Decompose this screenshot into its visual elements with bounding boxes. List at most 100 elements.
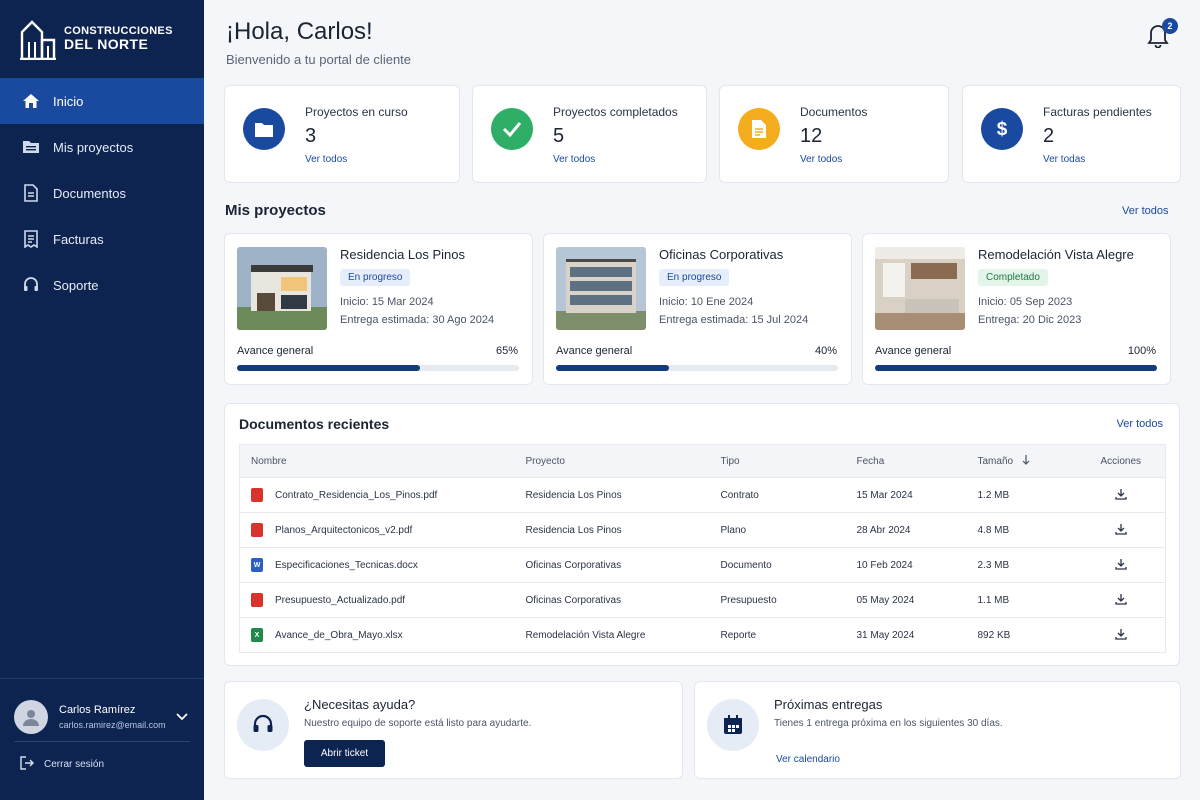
headset-icon	[22, 276, 40, 294]
end-label: Entrega estimada:	[340, 314, 430, 326]
table-row[interactable]: Contrato_Residencia_Los_Pinos.pdf Residen…	[239, 477, 1166, 513]
end-date: 30 Ago 2024	[432, 314, 495, 326]
progress-bar	[237, 365, 519, 371]
stat-label: Documentos	[800, 105, 868, 119]
page-subtitle: Bienvenido a tu portal de cliente	[226, 52, 412, 67]
sidebar-item-label: Mis proyectos	[53, 139, 134, 155]
column-header-tamano[interactable]: Tamaño	[967, 445, 1077, 478]
cell-proyecto: Residencia Los Pinos	[514, 477, 710, 513]
cell-tamano: 892 KB	[966, 617, 1077, 653]
notification-badge: 2	[1162, 18, 1178, 34]
brand-line-2: DEL NORTE	[64, 36, 149, 53]
pdf-file-icon	[251, 593, 263, 607]
stat-card-proyectos-completados: Proyectos completados 5 Ver todos	[472, 85, 707, 183]
download-icon[interactable]	[1115, 488, 1127, 500]
project-name: Residencia Los Pinos	[340, 247, 466, 262]
notifications-button[interactable]: 2	[1146, 18, 1178, 50]
progress-label: Avance general	[556, 345, 633, 357]
download-icon[interactable]	[1115, 593, 1127, 605]
check-icon	[491, 108, 533, 150]
user-email: carlos.ramirez@email.com	[59, 720, 166, 730]
file-name[interactable]: Contrato_Residencia_Los_Pinos.pdf	[275, 490, 437, 501]
sort-arrow-down-icon[interactable]	[1022, 455, 1030, 465]
view-all-link[interactable]: Ver todas	[1043, 154, 1085, 165]
view-calendar-link[interactable]: Ver calendario	[776, 754, 840, 765]
download-icon[interactable]	[1115, 628, 1127, 640]
projects-view-all-link[interactable]: Ver todos	[1122, 205, 1168, 217]
table-row[interactable]: Presupuesto_Actualizado.pdf Oficinas Corp…	[239, 582, 1166, 618]
sidebar-item-inicio[interactable]: Inicio	[0, 78, 204, 124]
sidebar-item-label: Documentos	[53, 185, 126, 201]
sidebar-item-soporte[interactable]: Soporte	[0, 262, 204, 308]
sidebar-item-documentos[interactable]: Documentos	[0, 170, 204, 216]
user-panel: Carlos Ramírez carlos.ramirez@email.com …	[0, 678, 204, 787]
documents-table-body: Contrato_Residencia_Los_Pinos.pdf Residen…	[239, 477, 1166, 653]
cell-tipo: Reporte	[709, 617, 846, 653]
progress-label: Avance general	[237, 345, 314, 357]
headset-icon	[237, 699, 289, 751]
cell-tamano: 4.8 MB	[966, 512, 1077, 548]
open-ticket-button[interactable]: Abrir ticket	[304, 740, 385, 767]
column-header-fecha[interactable]: Fecha	[846, 445, 967, 478]
documents-title: Documentos recientes	[239, 416, 390, 432]
brand-logo[interactable]: CONSTRUCCIONES DEL NORTE	[20, 18, 173, 60]
pdf-file-icon	[251, 488, 263, 502]
download-icon[interactable]	[1115, 558, 1127, 570]
help-title: ¿Necesitas ayuda?	[304, 697, 416, 712]
user-info: Carlos Ramírez carlos.ramirez@email.com	[59, 704, 176, 730]
cell-fecha: 28 Abr 2024	[845, 512, 967, 548]
column-header-acciones: Acciones	[1100, 455, 1142, 467]
column-header-tipo[interactable]: Tipo	[710, 445, 846, 478]
stat-value: 2	[1043, 125, 1055, 147]
logout-label: Cerrar sesión	[44, 759, 105, 770]
deliveries-text: Tienes 1 entrega próxima en los siguient…	[774, 718, 1003, 729]
cell-acciones	[1076, 477, 1166, 513]
cell-proyecto: Oficinas Corporativas	[514, 547, 710, 583]
view-all-link[interactable]: Ver todos	[305, 154, 347, 165]
file-name[interactable]: Avance_de_Obra_Mayo.xlsx	[275, 630, 403, 641]
chevron-down-icon[interactable]	[176, 708, 190, 726]
project-card-remodelacion-vista-alegre[interactable]: Remodelación Vista Alegre Completado Ini…	[862, 233, 1171, 385]
documents-view-all-link[interactable]: Ver todos	[1117, 418, 1163, 430]
stat-card-documentos: Documentos 12 Ver todos	[719, 85, 949, 183]
project-card-residencia-los-pinos[interactable]: Residencia Los Pinos En progreso Inicio:…	[224, 233, 533, 385]
logout-icon	[20, 756, 34, 773]
table-row[interactable]: Planos_Arquitectonicos_v2.pdf Residencia …	[239, 512, 1166, 548]
project-card-oficinas-corporativas[interactable]: Oficinas Corporativas En progreso Inicio…	[543, 233, 852, 385]
user-menu[interactable]: Carlos Ramírez carlos.ramirez@email.com	[0, 679, 204, 741]
file-name[interactable]: Especificaciones_Tecnicas.docx	[275, 560, 418, 571]
cell-fecha: 15 Mar 2024	[845, 477, 967, 513]
upcoming-deliveries-card: Próximas entregas Tienes 1 entrega próxi…	[694, 681, 1181, 779]
folder-icon	[22, 138, 40, 156]
view-all-link[interactable]: Ver todos	[553, 154, 595, 165]
table-row[interactable]: W Especificaciones_Tecnicas.docx Oficinas …	[239, 547, 1166, 583]
project-start: Inicio: 10 Ene 2024	[659, 296, 753, 308]
xlsx-file-icon: X	[251, 628, 263, 642]
table-row[interactable]: X Avance_de_Obra_Mayo.xlsx Remodelación Vi…	[239, 617, 1166, 653]
cell-fecha: 31 May 2024	[845, 617, 967, 653]
view-all-link[interactable]: Ver todos	[800, 154, 842, 165]
download-icon[interactable]	[1115, 523, 1127, 535]
column-header-nombre[interactable]: Nombre	[240, 445, 515, 478]
file-name[interactable]: Planos_Arquitectonicos_v2.pdf	[275, 525, 412, 536]
projects-section-title: Mis proyectos	[225, 202, 326, 219]
sidebar-item-mis-proyectos[interactable]: Mis proyectos	[0, 124, 204, 170]
brand-name: CONSTRUCCIONES DEL NORTE	[64, 25, 173, 52]
cell-nombre: Planos_Arquitectonicos_v2.pdf	[239, 512, 515, 548]
cell-tamano: 1.2 MB	[966, 477, 1077, 513]
cell-nombre: X Avance_de_Obra_Mayo.xlsx	[239, 617, 515, 653]
logout-button[interactable]: Cerrar sesión	[0, 742, 204, 787]
buildings-logo-icon	[20, 20, 56, 60]
start-date: 15 Mar 2024	[371, 296, 434, 308]
sidebar-nav: Inicio Mis proyectos Documentos Facturas…	[0, 78, 204, 308]
column-header-proyecto[interactable]: Proyecto	[515, 445, 710, 478]
project-name: Oficinas Corporativas	[659, 247, 784, 262]
column-header-label: Tamaño	[977, 456, 1014, 467]
status-badge: En progreso	[659, 269, 730, 286]
file-name[interactable]: Presupuesto_Actualizado.pdf	[275, 595, 405, 606]
progress-percent: 100%	[1127, 345, 1156, 357]
cell-fecha: 10 Feb 2024	[845, 547, 967, 583]
project-name: Remodelación Vista Alegre	[978, 247, 1134, 262]
sidebar-item-facturas[interactable]: Facturas	[0, 216, 204, 262]
cell-tipo: Presupuesto	[709, 582, 846, 618]
